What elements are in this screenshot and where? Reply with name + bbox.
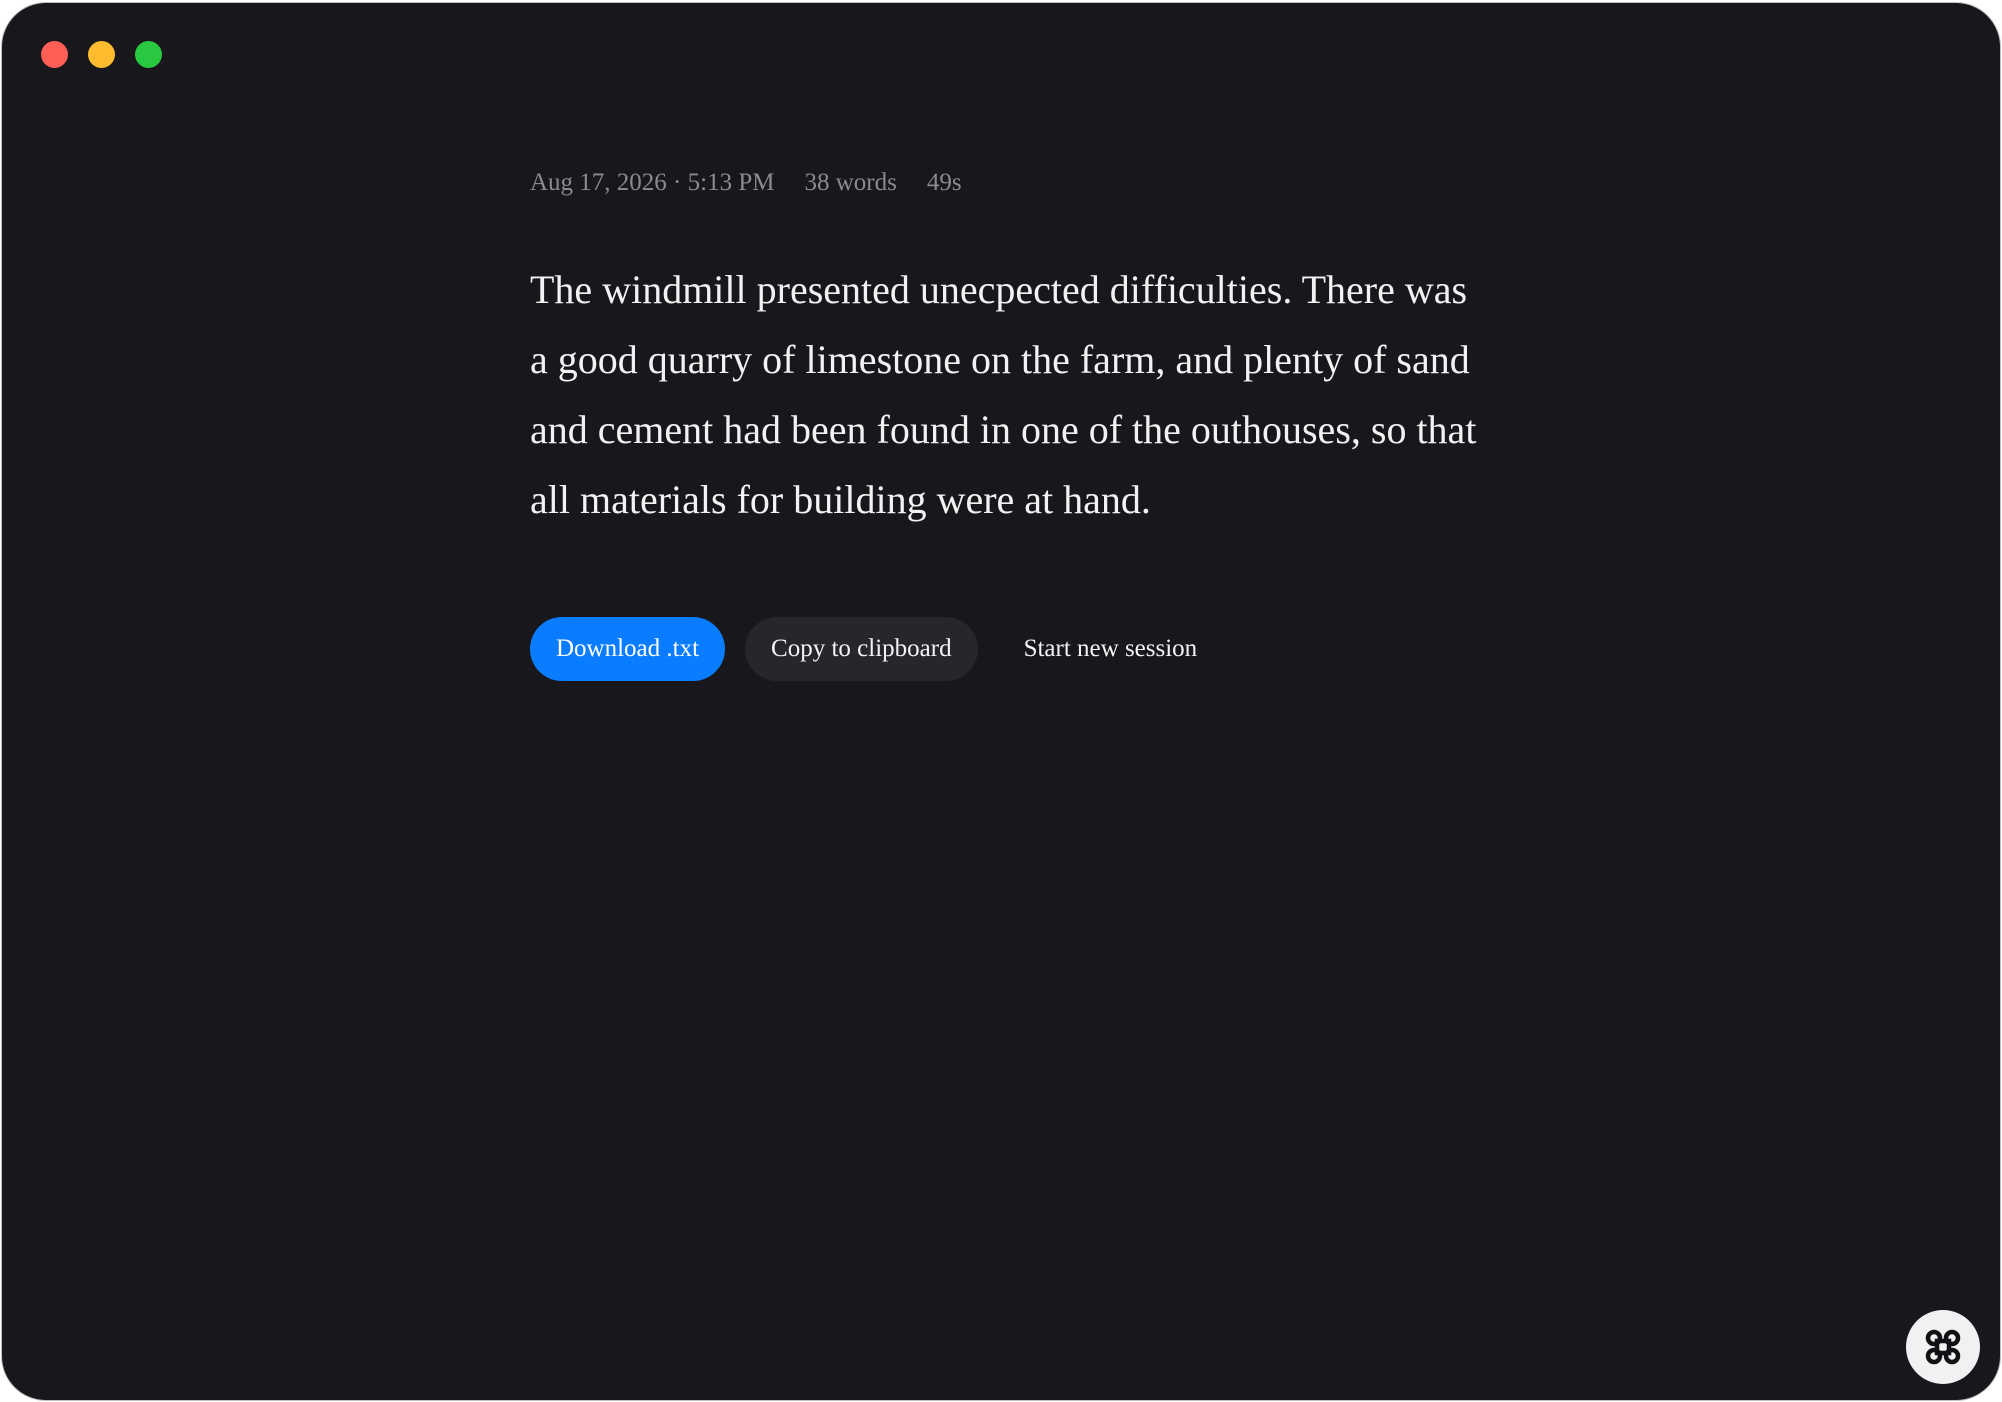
copy-to-clipboard-button[interactable]: Copy to clipboard bbox=[745, 617, 978, 681]
close-window-button[interactable] bbox=[41, 41, 68, 68]
session-summary: Aug 17, 2026 · 5:13 PM 38 words 49s The … bbox=[530, 163, 1490, 681]
start-new-session-button[interactable]: Start new session bbox=[998, 617, 1224, 681]
session-meta: Aug 17, 2026 · 5:13 PM 38 words 49s bbox=[530, 163, 1490, 203]
window-controls bbox=[41, 41, 162, 68]
transcript-text: The windmill presented unecpected diffic… bbox=[530, 267, 1477, 522]
minimize-window-button[interactable] bbox=[88, 41, 115, 68]
action-bar: Download .txt Copy to clipboard Start ne… bbox=[530, 617, 1490, 681]
session-duration: 49s bbox=[926, 169, 962, 196]
app-window: Aug 17, 2026 · 5:13 PM 38 words 49s The … bbox=[2, 3, 2000, 1400]
session-word-count: 38 words bbox=[804, 169, 897, 196]
download-txt-button[interactable]: Download .txt bbox=[530, 617, 726, 681]
session-datetime: Aug 17, 2026 · 5:13 PM bbox=[530, 169, 775, 196]
command-menu-button[interactable] bbox=[1906, 1310, 1980, 1384]
command-icon bbox=[1925, 1329, 1961, 1365]
maximize-window-button[interactable] bbox=[135, 41, 162, 68]
